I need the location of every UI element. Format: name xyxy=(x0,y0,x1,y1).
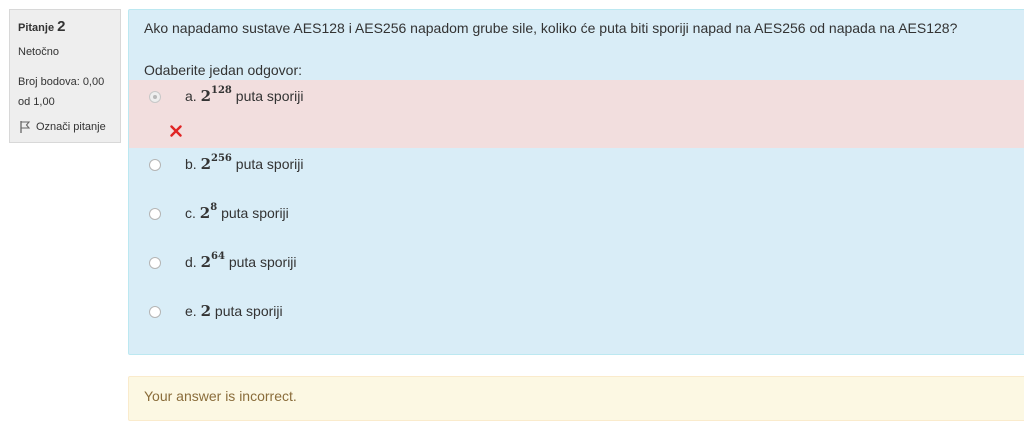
incorrect-cross-icon xyxy=(170,125,182,137)
answer-option-c[interactable]: c. 28 puta sporiji xyxy=(129,197,1024,246)
answer-letter: d. xyxy=(185,254,197,270)
question-text: Ako napadamo sustave AES128 i AES256 nap… xyxy=(144,20,958,36)
answer-label-b: b. 2256 puta sporiji xyxy=(185,153,304,173)
answer-suffix: puta sporiji xyxy=(231,156,304,172)
answer-option-e[interactable]: e. 2 puta sporiji xyxy=(129,295,1024,344)
answer-label-e: e. 2 puta sporiji xyxy=(185,302,283,320)
answer-list: a. 2128 puta sporiji b. 2256 puta sporij… xyxy=(129,80,1024,344)
answer-math: 2256 xyxy=(200,153,232,173)
flag-icon xyxy=(18,120,32,134)
answer-letter: b. xyxy=(185,156,197,172)
question-number-value: 2 xyxy=(57,18,66,35)
answer-letter: c. xyxy=(185,205,196,221)
answer-prompt: Odaberite jedan odgovor: xyxy=(144,62,302,78)
grade-max: od 1,00 xyxy=(18,96,55,108)
question-formulation: Ako napadamo sustave AES128 i AES256 nap… xyxy=(128,9,1024,355)
flag-question-button[interactable]: Označi pitanje xyxy=(18,120,120,134)
answer-label-a: a. 2128 puta sporiji xyxy=(185,85,304,105)
answer-suffix: puta sporiji xyxy=(217,205,289,221)
question-number: Pitanje 2 xyxy=(18,18,120,35)
answer-suffix: puta sporiji xyxy=(211,303,283,319)
flag-label: Označi pitanje xyxy=(36,121,106,133)
answer-suffix: puta sporiji xyxy=(224,254,297,270)
answer-math: 264 xyxy=(200,251,225,271)
answer-feedback: Your answer is incorrect. xyxy=(128,376,1024,421)
answer-math: 28 xyxy=(199,202,218,222)
answer-label-c: c. 28 puta sporiji xyxy=(185,202,289,222)
answer-option-d[interactable]: d. 264 puta sporiji xyxy=(129,246,1024,295)
answer-math: 2128 xyxy=(200,85,232,105)
answer-radio-e[interactable] xyxy=(149,306,161,318)
answer-option-b[interactable]: b. 2256 puta sporiji xyxy=(129,148,1024,197)
answer-option-a[interactable]: a. 2128 puta sporiji xyxy=(129,80,1024,148)
answer-letter: e. xyxy=(185,303,197,319)
question-state: Netočno xyxy=(18,46,59,58)
grade-score: Broj bodova: 0,00 xyxy=(18,76,105,88)
answer-math: 2 xyxy=(200,302,212,320)
question-info-panel: Pitanje 2 Netočno Broj bodova: 0,00 od 1… xyxy=(9,9,121,143)
answer-radio-b[interactable] xyxy=(149,159,161,171)
feedback-text: Your answer is incorrect. xyxy=(144,388,297,404)
answer-label-d: d. 264 puta sporiji xyxy=(185,251,297,271)
answer-radio-d[interactable] xyxy=(149,257,161,269)
answer-letter: a. xyxy=(185,88,197,104)
question-grade: Broj bodova: 0,00 od 1,00 xyxy=(18,72,120,112)
answer-radio-a[interactable] xyxy=(149,91,161,103)
answer-suffix: puta sporiji xyxy=(231,88,304,104)
answer-radio-c[interactable] xyxy=(149,208,161,220)
question-label: Pitanje xyxy=(18,22,55,34)
